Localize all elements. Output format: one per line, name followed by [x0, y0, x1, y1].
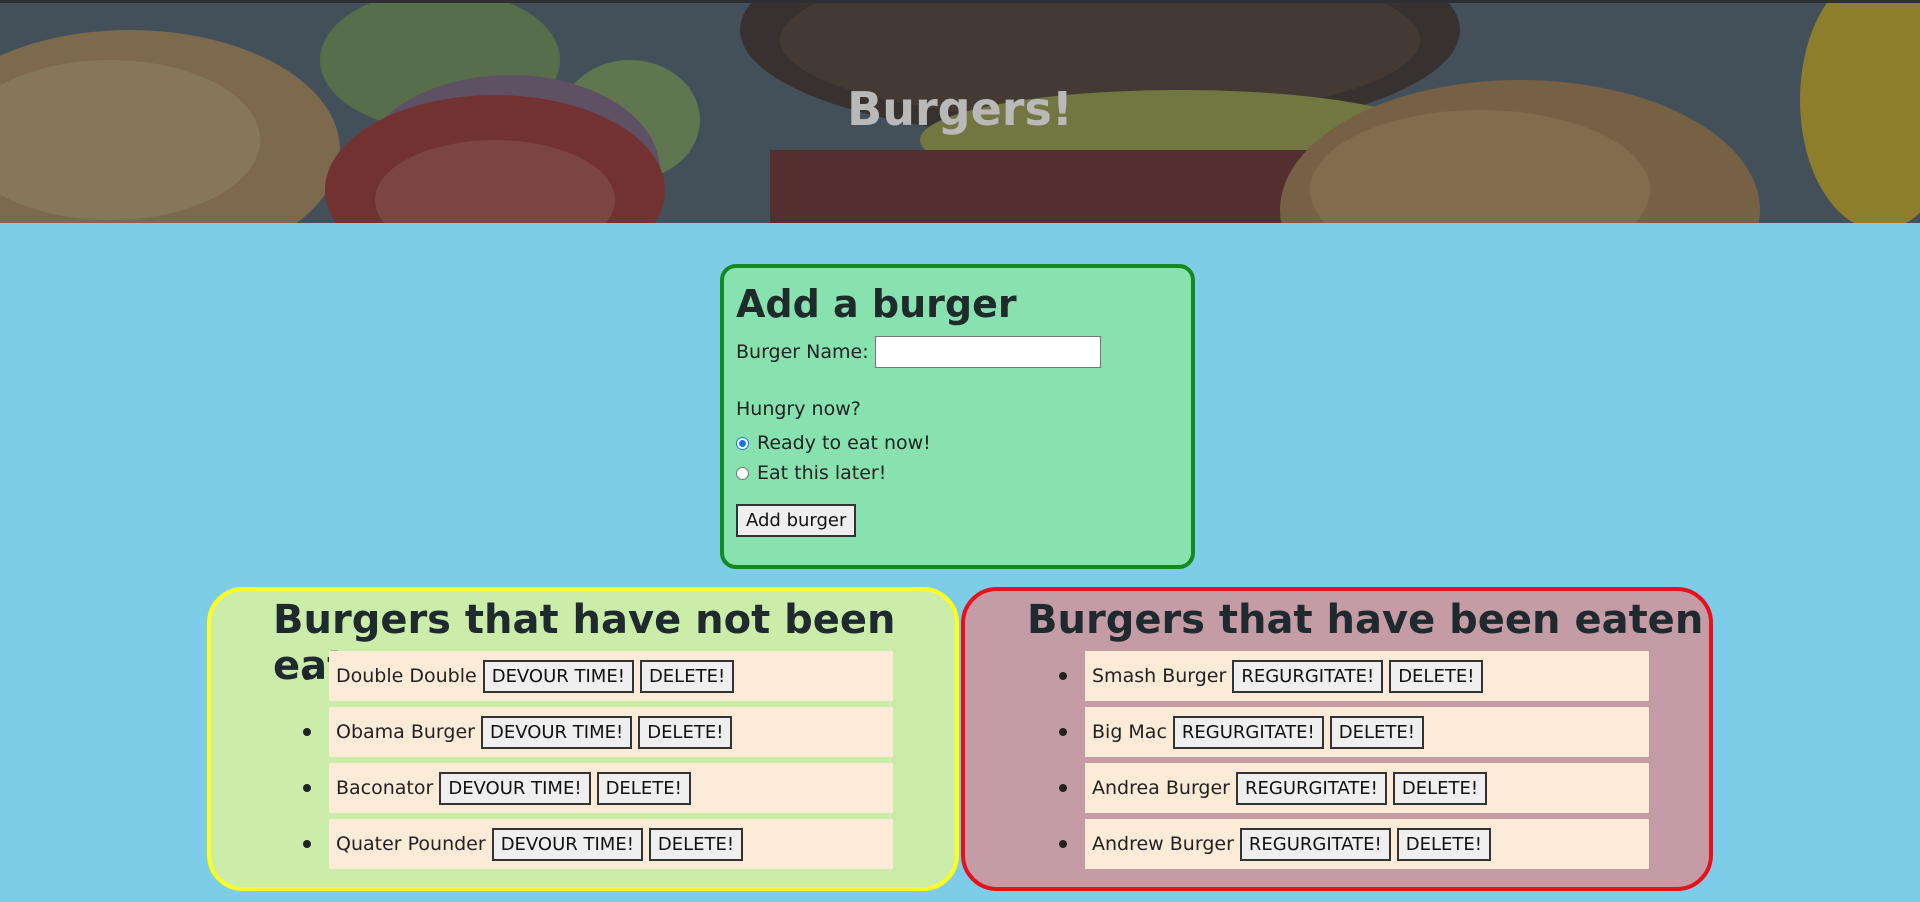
- not-eaten-list: Double Double DEVOUR TIME! DELETE! Obama…: [303, 651, 893, 875]
- burger-name: Big Mac: [1092, 721, 1167, 743]
- devour-button[interactable]: DEVOUR TIME!: [491, 827, 643, 861]
- option-eat-now-label: Ready to eat now!: [757, 432, 931, 454]
- regurgitate-button[interactable]: REGURGITATE!: [1239, 827, 1391, 861]
- eaten-list: Smash Burger REGURGITATE! DELETE! Big Ma…: [1059, 651, 1649, 875]
- list-item: Big Mac REGURGITATE! DELETE!: [1059, 707, 1649, 757]
- devour-button[interactable]: DEVOUR TIME!: [439, 771, 591, 805]
- burger-name-row: Burger Name:: [736, 336, 1191, 368]
- option-eat-now[interactable]: Ready to eat now!: [736, 428, 1191, 458]
- burger-name: Andrew Burger: [1092, 833, 1234, 855]
- hungry-label: Hungry now?: [736, 398, 861, 420]
- list-item: Double Double DEVOUR TIME! DELETE!: [303, 651, 893, 701]
- option-eat-later-label: Eat this later!: [757, 462, 887, 484]
- header-banner: Burgers!: [0, 0, 1920, 223]
- delete-button[interactable]: DELETE!: [639, 659, 735, 693]
- add-burger-title: Add a burger: [736, 282, 1017, 326]
- list-item: Baconator DEVOUR TIME! DELETE!: [303, 763, 893, 813]
- burger-name: Obama Burger: [336, 721, 475, 743]
- add-burger-button[interactable]: Add burger: [736, 504, 857, 537]
- burger-name: Baconator: [336, 777, 434, 799]
- burger-name: Double Double: [336, 665, 477, 687]
- radio-eat-later[interactable]: [736, 466, 749, 480]
- delete-button[interactable]: DELETE!: [648, 827, 744, 861]
- radio-eat-now[interactable]: [736, 436, 749, 450]
- top-border: [0, 0, 1920, 3]
- delete-button[interactable]: DELETE!: [596, 771, 691, 805]
- add-burger-form: Add a burger Burger Name: Hungry now? Re…: [720, 264, 1195, 569]
- delete-button[interactable]: DELETE!: [1329, 715, 1424, 749]
- burger-name: Quater Pounder: [336, 833, 486, 855]
- not-eaten-panel: Burgers that have not been eaten Double …: [207, 587, 959, 891]
- burger-name-label: Burger Name:: [736, 341, 869, 363]
- regurgitate-button[interactable]: REGURGITATE!: [1235, 771, 1387, 805]
- delete-button[interactable]: DELETE!: [1396, 827, 1491, 861]
- burger-name: Andrea Burger: [1092, 777, 1230, 799]
- delete-button[interactable]: DELETE!: [1389, 659, 1484, 693]
- burger-name: Smash Burger: [1092, 665, 1227, 687]
- delete-button[interactable]: DELETE!: [638, 715, 733, 749]
- regurgitate-button[interactable]: REGURGITATE!: [1172, 715, 1324, 749]
- list-item: Andrew Burger REGURGITATE! DELETE!: [1059, 819, 1649, 869]
- burger-name-input[interactable]: [874, 336, 1101, 368]
- page-title: Burgers!: [847, 82, 1073, 136]
- list-item: Andrea Burger REGURGITATE! DELETE!: [1059, 763, 1649, 813]
- list-item: Smash Burger REGURGITATE! DELETE!: [1059, 651, 1649, 701]
- option-eat-later[interactable]: Eat this later!: [736, 458, 1191, 488]
- hungry-options: Ready to eat now! Eat this later!: [736, 428, 1191, 488]
- eaten-title: Burgers that have been eaten: [1027, 597, 1704, 643]
- list-item: Quater Pounder DEVOUR TIME! DELETE!: [303, 819, 893, 869]
- regurgitate-button[interactable]: REGURGITATE!: [1232, 659, 1384, 693]
- list-item: Obama Burger DEVOUR TIME! DELETE!: [303, 707, 893, 757]
- devour-button[interactable]: DEVOUR TIME!: [482, 659, 634, 693]
- delete-button[interactable]: DELETE!: [1392, 771, 1488, 805]
- eaten-panel: Burgers that have been eaten Smash Burge…: [961, 587, 1713, 891]
- devour-button[interactable]: DEVOUR TIME!: [480, 715, 633, 749]
